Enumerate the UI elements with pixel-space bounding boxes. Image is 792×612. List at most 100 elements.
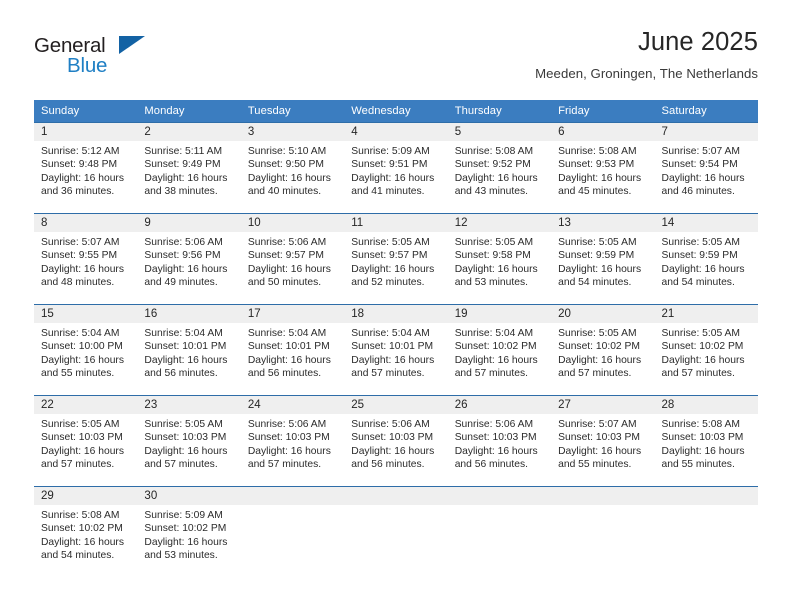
calendar-day-cell[interactable]: 16 Sunrise: 5:04 AM Sunset: 10:01 PM Daylig…	[137, 304, 241, 396]
day-number: 9	[137, 214, 241, 232]
sunset-text: Sunset: 9:59 PM	[661, 250, 738, 262]
daylight-text-line1: Daylight: 16 hours	[558, 354, 642, 366]
sunrise-text: Sunrise: 5:07 AM	[558, 419, 637, 430]
calendar-day-cell[interactable]: 6 Sunrise: 5:08 AM Sunset: 9:53 PM Daylight…	[551, 122, 655, 214]
calendar-week-row: 1 Sunrise: 5:12 AM Sunset: 9:48 PM Daylight…	[34, 122, 758, 214]
daylight-text-line2: and 57 minutes.	[454, 368, 528, 380]
daylight-text-line1: Daylight: 16 hours	[661, 263, 745, 275]
day-sun-info: Sunrise: 5:10 AM Sunset: 9:50 PM Daylight:…	[241, 141, 344, 199]
daylight-text-line2: and 57 minutes.	[661, 368, 735, 380]
daylight-text-line1: Daylight: 16 hours	[144, 263, 228, 275]
calendar-day-cell[interactable]: 27 Sunrise: 5:07 AM Sunset: 10:03 PM Daylig…	[551, 395, 655, 487]
day-number: 18	[344, 305, 448, 323]
day-number: 14	[654, 214, 758, 232]
sunset-text: Sunset: 10:01 PM	[351, 341, 434, 353]
calendar-day-cell[interactable]: 24 Sunrise: 5:06 AM Sunset: 10:03 PM Daylig…	[240, 395, 345, 487]
calendar-day-cell[interactable]: 14 Sunrise: 5:05 AM Sunset: 9:59 PM Dayligh…	[654, 213, 758, 305]
calendar-day-cell[interactable]: 12 Sunrise: 5:05 AM Sunset: 9:58 PM Dayligh…	[447, 213, 552, 305]
sunset-text: Sunset: 9:53 PM	[558, 159, 635, 171]
sunset-text: Sunset: 9:59 PM	[558, 250, 635, 262]
daylight-text-line2: and 52 minutes.	[351, 277, 425, 289]
sunset-text: Sunset: 10:03 PM	[454, 432, 537, 444]
sunset-text: Sunset: 9:50 PM	[247, 159, 324, 171]
daylight-text-line2: and 36 minutes.	[41, 186, 115, 198]
sunset-text: Sunset: 10:02 PM	[558, 341, 640, 353]
sunrise-text: Sunrise: 5:09 AM	[351, 146, 430, 157]
day-number: 6	[551, 123, 655, 141]
day-number	[447, 487, 552, 505]
calendar-day-cell[interactable]: 23 Sunrise: 5:05 AM Sunset: 10:03 PM Daylig…	[137, 395, 241, 487]
sunset-text: Sunset: 10:03 PM	[351, 432, 434, 444]
sunrise-text: Sunrise: 5:11 AM	[144, 146, 223, 157]
sunrise-text: Sunrise: 5:04 AM	[454, 328, 534, 339]
sunset-text: Sunset: 10:00 PM	[41, 341, 123, 353]
calendar-day-cell[interactable]: 30 Sunrise: 5:09 AM Sunset: 10:02 PM Daylig…	[137, 486, 241, 577]
daylight-text-line1: Daylight: 16 hours	[41, 354, 124, 366]
calendar-day-cell[interactable]: 8 Sunrise: 5:07 AM Sunset: 9:55 PM Daylight…	[34, 213, 138, 305]
sunrise-text: Sunrise: 5:04 AM	[247, 328, 327, 339]
day-sun-info: Sunrise: 5:07 AM Sunset: 9:54 PM Daylight:…	[655, 141, 758, 199]
daylight-text-line2: and 57 minutes.	[351, 368, 425, 380]
day-number: 29	[34, 487, 138, 505]
day-sun-info: Sunrise: 5:04 AM Sunset: 10:01 PM Daylight…	[137, 323, 240, 381]
daylight-text-line2: and 57 minutes.	[144, 459, 218, 471]
sunrise-text: Sunrise: 5:07 AM	[41, 237, 120, 248]
sunrise-text: Sunrise: 5:09 AM	[144, 510, 223, 521]
sunset-text: Sunset: 10:01 PM	[144, 341, 227, 353]
calendar-day-cell[interactable]: 21 Sunrise: 5:05 AM Sunset: 10:02 PM Daylig…	[654, 304, 758, 396]
calendar-day-cell[interactable]: 25 Sunrise: 5:06 AM Sunset: 10:03 PM Daylig…	[344, 395, 448, 487]
sunset-text: Sunset: 10:01 PM	[247, 341, 330, 353]
daylight-text-line1: Daylight: 16 hours	[144, 445, 228, 457]
calendar-empty-cell	[344, 486, 448, 577]
daylight-text-line2: and 43 minutes.	[454, 186, 528, 198]
calendar-day-cell[interactable]: 29 Sunrise: 5:08 AM Sunset: 10:02 PM Daylig…	[34, 486, 138, 577]
day-number: 5	[447, 123, 552, 141]
sunrise-text: Sunrise: 5:05 AM	[661, 237, 740, 248]
calendar-day-cell[interactable]: 18 Sunrise: 5:04 AM Sunset: 10:01 PM Daylig…	[344, 304, 448, 396]
day-number: 30	[137, 487, 241, 505]
calendar-day-cell[interactable]: 7 Sunrise: 5:07 AM Sunset: 9:54 PM Daylight…	[654, 122, 758, 214]
daylight-text-line2: and 54 minutes.	[661, 277, 735, 289]
weekday-header-friday: Friday	[551, 100, 655, 123]
calendar-day-cell[interactable]: 15 Sunrise: 5:04 AM Sunset: 10:00 PM Daylig…	[34, 304, 138, 396]
calendar-day-cell[interactable]: 28 Sunrise: 5:08 AM Sunset: 10:03 PM Daylig…	[654, 395, 758, 487]
calendar-day-cell[interactable]: 3 Sunrise: 5:10 AM Sunset: 9:50 PM Daylight…	[240, 122, 345, 214]
sunrise-text: Sunrise: 5:06 AM	[144, 237, 223, 248]
daylight-text-line2: and 46 minutes.	[661, 186, 735, 198]
day-number: 25	[344, 396, 448, 414]
logo-text-blue: Blue	[67, 54, 108, 77]
sunset-text: Sunset: 9:49 PM	[144, 159, 221, 171]
sunrise-text: Sunrise: 5:08 AM	[454, 146, 534, 157]
day-sun-info: Sunrise: 5:05 AM Sunset: 9:57 PM Daylight:…	[344, 232, 447, 290]
day-number: 24	[240, 396, 345, 414]
day-number: 7	[654, 123, 758, 141]
daylight-text-line2: and 56 minutes.	[247, 368, 322, 380]
calendar-day-cell[interactable]: 26 Sunrise: 5:06 AM Sunset: 10:03 PM Daylig…	[447, 395, 552, 487]
calendar-day-cell[interactable]: 10 Sunrise: 5:06 AM Sunset: 9:57 PM Dayligh…	[240, 213, 345, 305]
calendar-day-cell[interactable]: 22 Sunrise: 5:05 AM Sunset: 10:03 PM Daylig…	[34, 395, 138, 487]
sunrise-text: Sunrise: 5:04 AM	[351, 328, 430, 339]
day-sun-info: Sunrise: 5:09 AM Sunset: 10:02 PM Daylight…	[137, 505, 240, 563]
daylight-text-line1: Daylight: 16 hours	[558, 172, 642, 184]
calendar-day-cell[interactable]: 17 Sunrise: 5:04 AM Sunset: 10:01 PM Daylig…	[240, 304, 345, 396]
daylight-text-line2: and 57 minutes.	[41, 459, 115, 471]
weekday-header-thursday: Thursday	[447, 100, 552, 123]
daylight-text-line2: and 38 minutes.	[144, 186, 218, 198]
day-sun-info: Sunrise: 5:11 AM Sunset: 9:49 PM Daylight:…	[137, 141, 240, 199]
day-sun-info: Sunrise: 5:05 AM Sunset: 10:02 PM Daylight…	[655, 323, 758, 381]
calendar-day-cell[interactable]: 1 Sunrise: 5:12 AM Sunset: 9:48 PM Daylight…	[34, 122, 138, 214]
calendar-day-cell[interactable]: 19 Sunrise: 5:04 AM Sunset: 10:02 PM Daylig…	[447, 304, 552, 396]
calendar-day-cell[interactable]: 20 Sunrise: 5:05 AM Sunset: 10:02 PM Daylig…	[551, 304, 655, 396]
sunset-text: Sunset: 10:03 PM	[144, 432, 227, 444]
calendar-day-cell[interactable]: 5 Sunrise: 5:08 AM Sunset: 9:52 PM Daylight…	[447, 122, 552, 214]
calendar-day-cell[interactable]: 11 Sunrise: 5:05 AM Sunset: 9:57 PM Dayligh…	[344, 213, 448, 305]
calendar-day-cell[interactable]: 2 Sunrise: 5:11 AM Sunset: 9:49 PM Daylight…	[137, 122, 241, 214]
day-sun-info: Sunrise: 5:07 AM Sunset: 10:03 PM Daylight…	[551, 414, 654, 472]
calendar-wrapper: Sunday Monday Tuesday Wednesday Thursday…	[0, 100, 792, 577]
calendar-day-cell[interactable]: 13 Sunrise: 5:05 AM Sunset: 9:59 PM Dayligh…	[551, 213, 655, 305]
day-sun-info: Sunrise: 5:05 AM Sunset: 9:59 PM Daylight:…	[551, 232, 654, 290]
calendar-day-cell[interactable]: 9 Sunrise: 5:06 AM Sunset: 9:56 PM Daylight…	[137, 213, 241, 305]
sunrise-text: Sunrise: 5:12 AM	[41, 146, 120, 157]
calendar-day-cell[interactable]: 4 Sunrise: 5:09 AM Sunset: 9:51 PM Daylight…	[344, 122, 448, 214]
calendar-empty-cell	[551, 486, 655, 577]
